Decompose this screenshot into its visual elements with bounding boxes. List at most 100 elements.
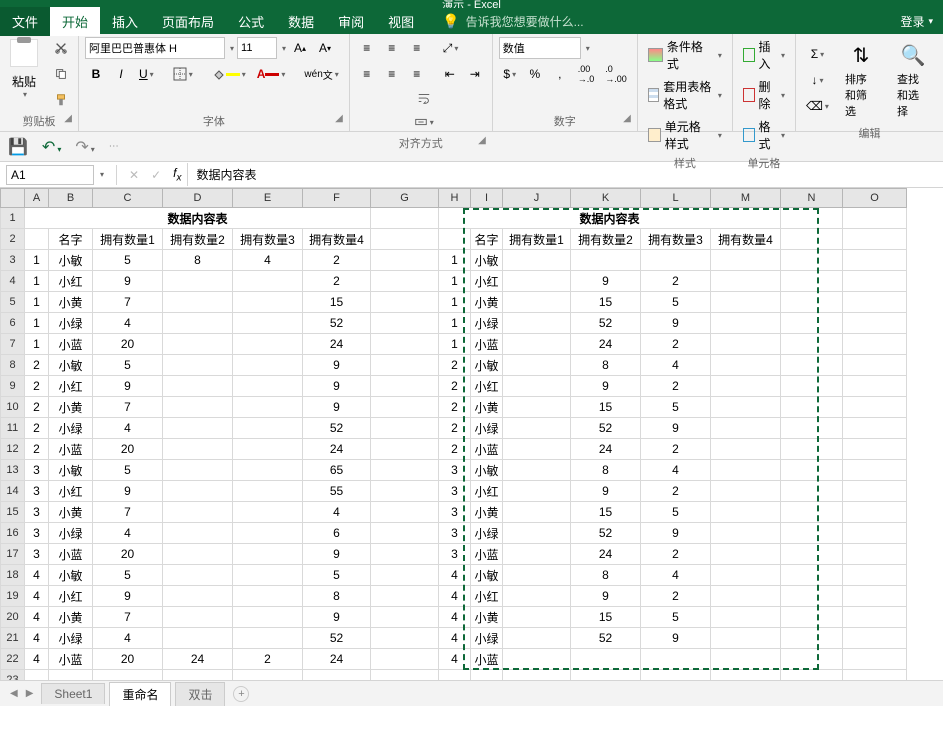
col-header[interactable]: M — [711, 189, 781, 208]
cell[interactable]: 2 — [641, 334, 711, 355]
cell[interactable]: 4 — [439, 649, 471, 670]
delete-cells-button[interactable]: 删除▾ — [739, 77, 789, 113]
cell[interactable] — [781, 376, 843, 397]
cell[interactable] — [233, 334, 303, 355]
cell[interactable]: 52 — [571, 628, 641, 649]
sheet-nav-next[interactable]: ▶ — [22, 688, 38, 699]
cell[interactable]: 小蓝 — [471, 334, 503, 355]
cell[interactable]: 小敏 — [471, 565, 503, 586]
row-header[interactable]: 3 — [1, 250, 25, 271]
cell[interactable]: 拥有数量4 — [711, 229, 781, 250]
dialog-launcher-icon[interactable]: ◢ — [478, 135, 486, 146]
cell[interactable] — [503, 271, 571, 292]
cell[interactable]: 小红 — [471, 586, 503, 607]
cell[interactable]: 小红 — [49, 481, 93, 502]
wrap-text-button[interactable] — [362, 87, 486, 109]
orientation-button[interactable]: ⤢▾ — [439, 37, 463, 59]
row-header[interactable]: 17 — [1, 544, 25, 565]
cell[interactable]: 7 — [93, 397, 163, 418]
cell[interactable]: 1 — [25, 313, 49, 334]
dialog-launcher-icon[interactable]: ◢ — [64, 113, 72, 124]
cell[interactable]: 15 — [303, 292, 371, 313]
cell[interactable] — [781, 523, 843, 544]
cell[interactable]: 数据内容表 — [439, 208, 781, 229]
cell[interactable]: 拥有数量1 — [503, 229, 571, 250]
cell[interactable]: 小蓝 — [471, 544, 503, 565]
cell[interactable]: 小黄 — [471, 607, 503, 628]
cell[interactable]: 5 — [641, 502, 711, 523]
cell[interactable] — [371, 334, 439, 355]
cell[interactable] — [711, 418, 781, 439]
cell[interactable] — [711, 271, 781, 292]
increase-decimal-button[interactable]: .00→.0 — [574, 63, 599, 85]
row-header[interactable]: 22 — [1, 649, 25, 670]
cell[interactable]: 5 — [303, 565, 371, 586]
cell[interactable] — [711, 460, 781, 481]
cell[interactable] — [571, 670, 641, 681]
copy-button[interactable] — [50, 63, 72, 85]
cell[interactable] — [503, 628, 571, 649]
cell[interactable] — [163, 502, 233, 523]
tab-layout[interactable]: 页面布局 — [150, 7, 226, 36]
table-format-button[interactable]: 套用表格格式▾ — [644, 77, 726, 113]
cell[interactable] — [371, 229, 439, 250]
cell[interactable]: 8 — [571, 460, 641, 481]
cell[interactable] — [843, 544, 907, 565]
cell[interactable]: 9 — [641, 628, 711, 649]
cell[interactable]: 4 — [93, 628, 163, 649]
cell[interactable] — [439, 670, 471, 681]
cell[interactable]: 1 — [25, 271, 49, 292]
cell[interactable] — [843, 229, 907, 250]
cell[interactable]: 2 — [641, 439, 711, 460]
cell[interactable] — [781, 481, 843, 502]
add-sheet-button[interactable]: + — [233, 686, 249, 702]
cell[interactable] — [233, 481, 303, 502]
cell[interactable]: 4 — [439, 586, 471, 607]
cell[interactable] — [503, 439, 571, 460]
cell[interactable]: 小红 — [49, 271, 93, 292]
format-cells-button[interactable]: 格式▾ — [739, 117, 789, 153]
cell[interactable] — [503, 502, 571, 523]
cell[interactable]: 4 — [641, 460, 711, 481]
currency-button[interactable]: $▾ — [499, 63, 521, 85]
dialog-launcher-icon[interactable]: ◢ — [623, 113, 631, 124]
col-header[interactable]: A — [25, 189, 49, 208]
cell[interactable] — [843, 271, 907, 292]
cell[interactable] — [711, 334, 781, 355]
cell[interactable] — [781, 460, 843, 481]
decrease-indent-button[interactable]: ⇤ — [439, 63, 461, 85]
cell[interactable] — [163, 523, 233, 544]
cell[interactable] — [781, 208, 843, 229]
cell[interactable] — [503, 607, 571, 628]
cell[interactable]: 24 — [303, 334, 371, 355]
cell[interactable] — [781, 439, 843, 460]
cell[interactable] — [371, 460, 439, 481]
percent-button[interactable]: % — [524, 63, 546, 85]
cell[interactable] — [711, 544, 781, 565]
cell[interactable] — [843, 355, 907, 376]
tab-insert[interactable]: 插入 — [100, 7, 150, 36]
row-header[interactable]: 6 — [1, 313, 25, 334]
cell[interactable] — [163, 292, 233, 313]
comma-button[interactable]: , — [549, 63, 571, 85]
cell[interactable]: 4 — [233, 250, 303, 271]
cell[interactable]: 7 — [93, 502, 163, 523]
qat-more-button[interactable]: ⋯ — [109, 141, 119, 152]
row-header[interactable]: 15 — [1, 502, 25, 523]
cell[interactable] — [843, 376, 907, 397]
cell[interactable]: 2 — [25, 376, 49, 397]
cell[interactable] — [371, 439, 439, 460]
cell[interactable] — [503, 292, 571, 313]
font-size-select[interactable] — [237, 37, 277, 59]
cell[interactable]: 9 — [303, 607, 371, 628]
cell[interactable]: 2 — [303, 271, 371, 292]
cell[interactable]: 9 — [303, 376, 371, 397]
col-header[interactable]: G — [371, 189, 439, 208]
tab-home[interactable]: 开始 — [50, 7, 100, 36]
cell[interactable]: 名字 — [471, 229, 503, 250]
cell[interactable]: 5 — [93, 565, 163, 586]
cell[interactable] — [233, 376, 303, 397]
undo-button[interactable]: ↶▾ — [42, 137, 61, 157]
cell[interactable] — [371, 523, 439, 544]
cell[interactable] — [641, 670, 711, 681]
